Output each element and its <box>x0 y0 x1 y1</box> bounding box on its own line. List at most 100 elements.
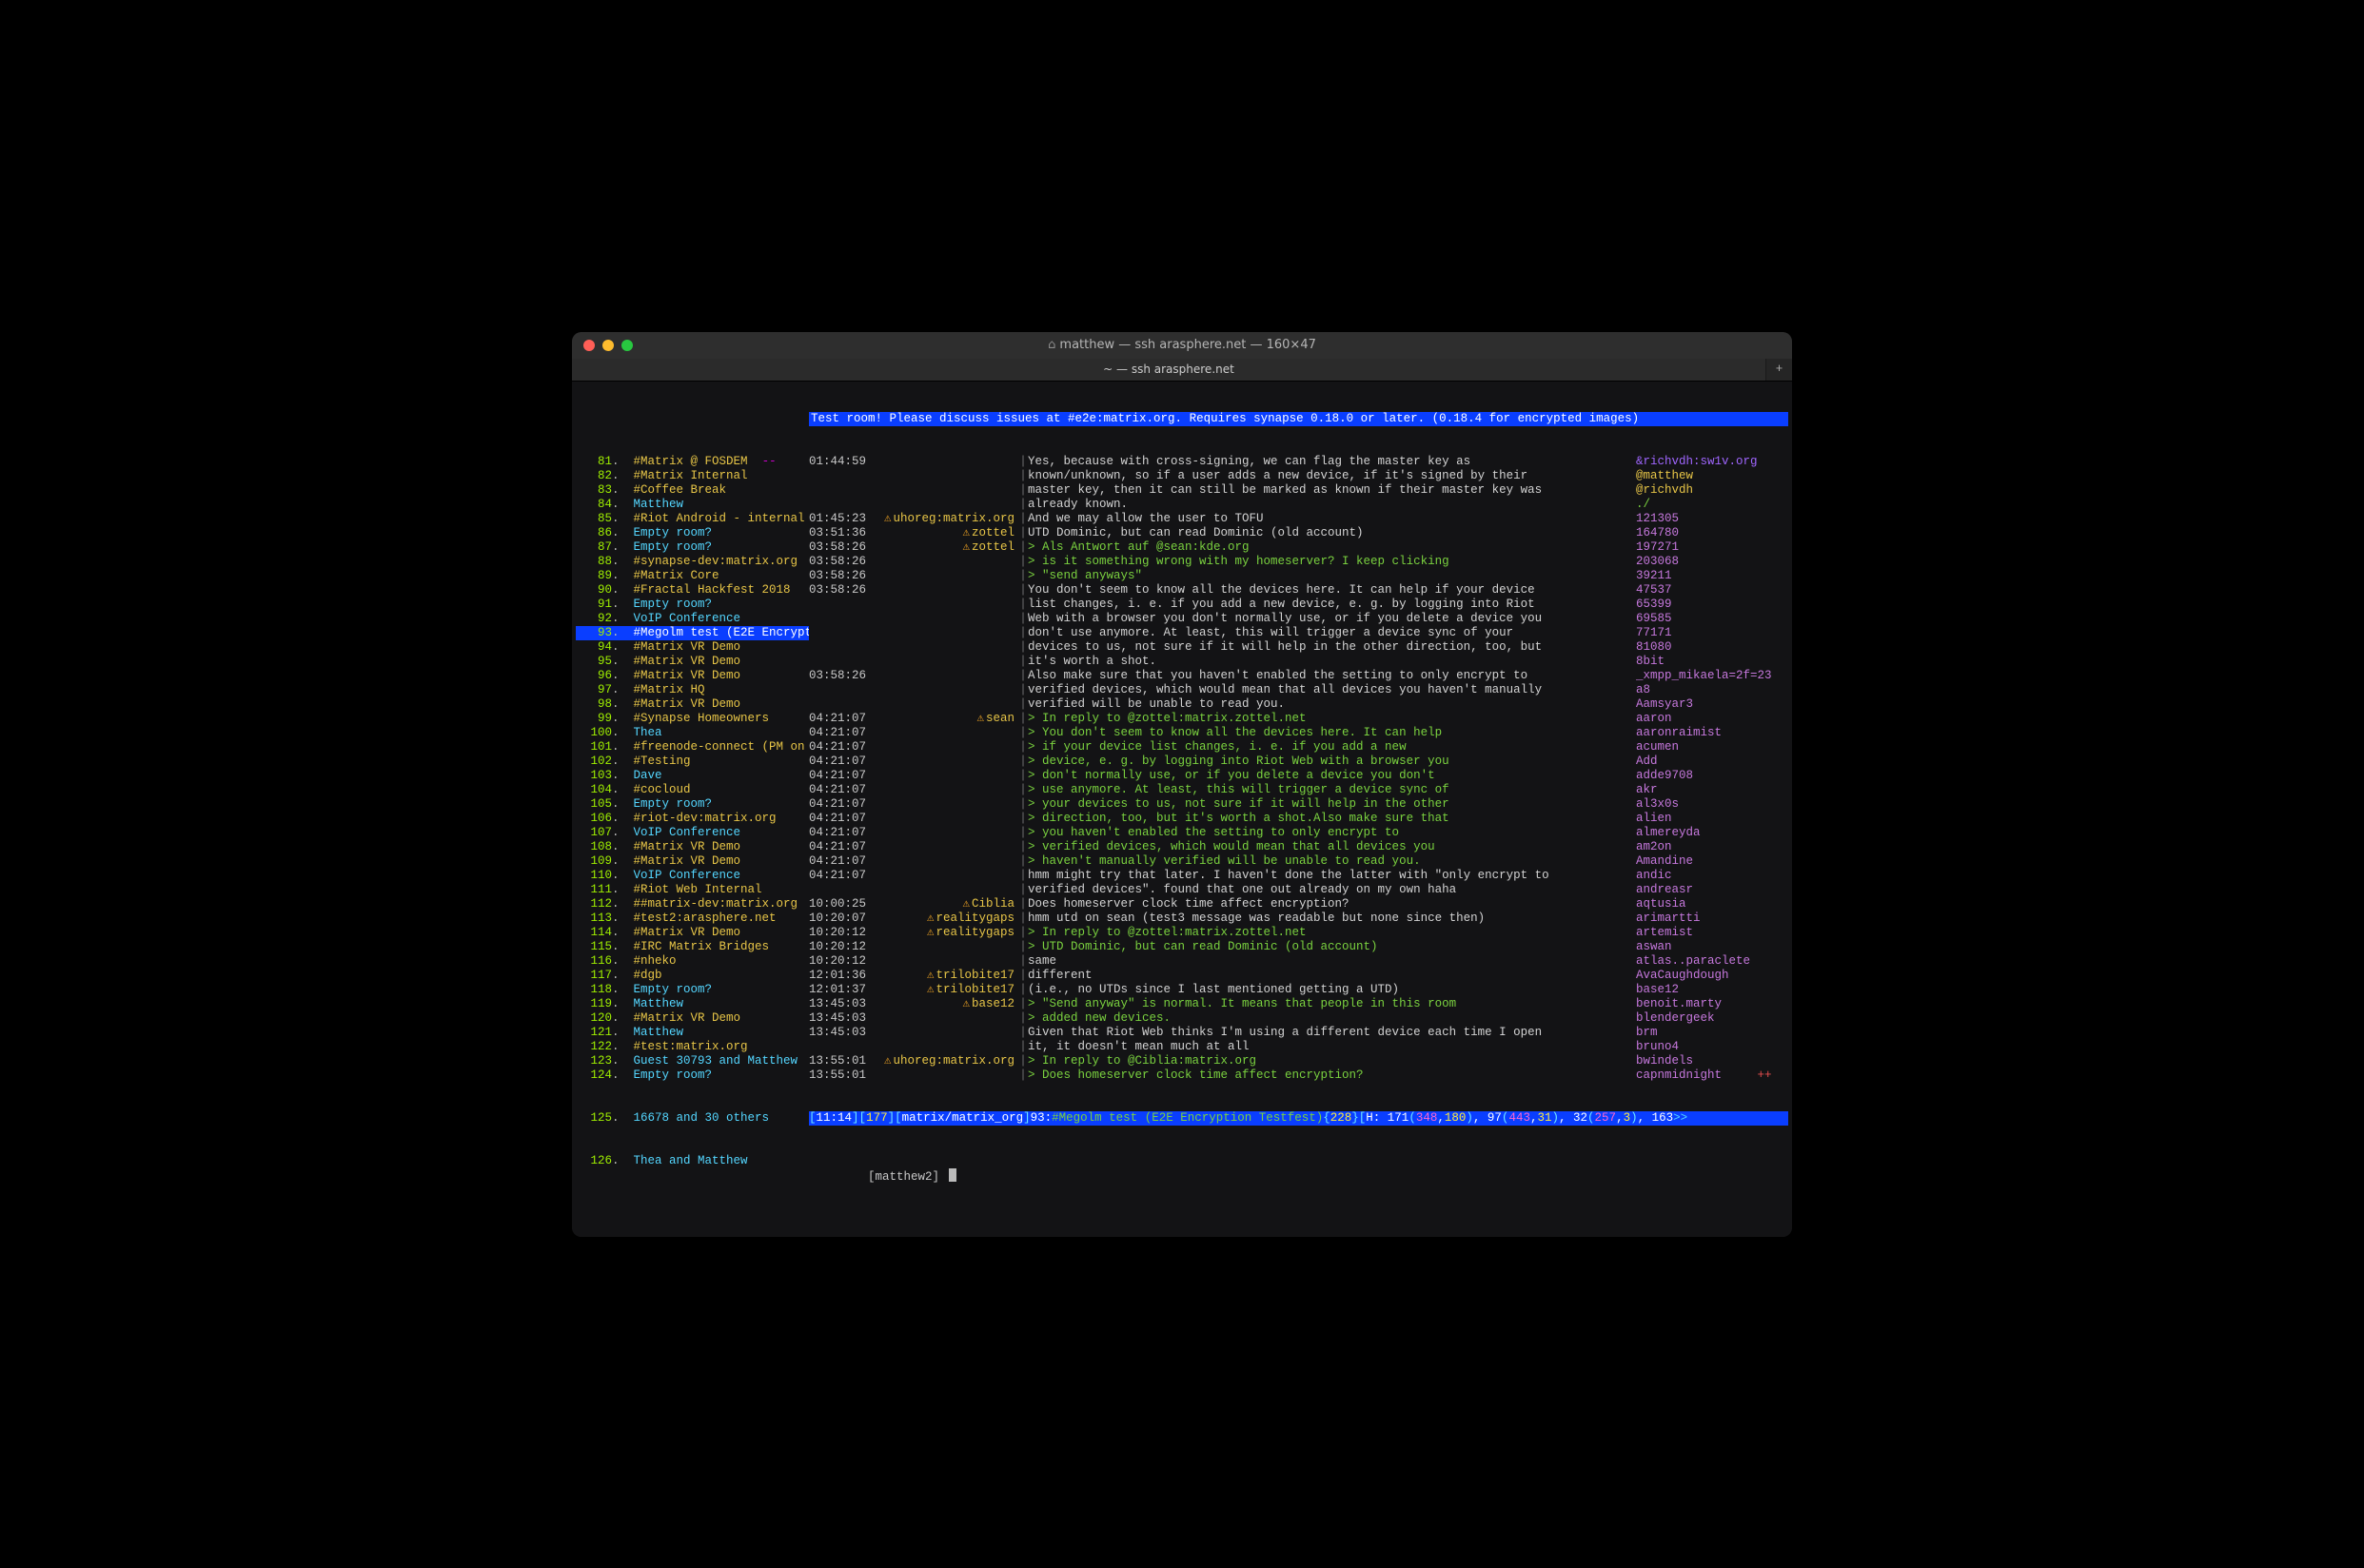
nicklist-user[interactable]: 65399 <box>1636 598 1672 611</box>
nicklist-user[interactable]: &richvdh:sw1v.org <box>1636 455 1758 468</box>
close-icon[interactable] <box>583 340 595 351</box>
nicklist-user[interactable]: Aamsyar3 <box>1636 697 1693 711</box>
nicklist-user[interactable]: aaron <box>1636 712 1672 725</box>
message-nick: uhoreg:matrix.org <box>893 512 1015 525</box>
room-list-item[interactable]: 89. #Matrix Core <box>576 569 809 583</box>
room-list-item[interactable]: 106. #riot-dev:matrix.org <box>576 812 809 826</box>
nicklist-user[interactable]: acumen <box>1636 740 1679 754</box>
room-list-item[interactable]: 103. Dave <box>576 769 809 783</box>
room-list-item[interactable]: 125. 16678 and 30 others <box>576 1111 809 1126</box>
room-list-item[interactable]: 118. Empty room? <box>576 983 809 997</box>
nicklist-user[interactable]: alien <box>1636 812 1672 825</box>
nicklist-user[interactable]: @richvdh <box>1636 483 1693 497</box>
room-list-item[interactable]: 107. VoIP Conference <box>576 826 809 840</box>
room-list-item[interactable]: 104. #cocloud <box>576 783 809 797</box>
nicklist-user[interactable]: Amandine <box>1636 854 1693 868</box>
nicklist-user[interactable]: aqtusia <box>1636 897 1686 911</box>
message-text: hmm utd on sean (test3 message was reada… <box>1028 911 1485 925</box>
room-list-item[interactable]: 81. #Matrix @ FOSDEM -- <box>576 455 809 469</box>
nicklist-user[interactable]: 164780 <box>1636 526 1679 539</box>
nicklist-user[interactable]: benoit.marty <box>1636 997 1722 1010</box>
room-list-item[interactable]: 122. #test:matrix.org <box>576 1040 809 1054</box>
nicklist-user[interactable]: 81080 <box>1636 640 1672 654</box>
nicklist-user[interactable]: am2on <box>1636 840 1672 853</box>
room-list-item[interactable]: 96. #Matrix VR Demo <box>576 669 809 683</box>
room-list-item[interactable]: 101. #freenode-connect (PM on c <box>576 740 809 755</box>
nicklist-user[interactable]: almereyda <box>1636 826 1701 839</box>
nicklist-user[interactable]: aswan <box>1636 940 1672 953</box>
room-list-item[interactable]: 112. ##matrix-dev:matrix.org <box>576 897 809 911</box>
room-list-item[interactable]: 91. Empty room? <box>576 598 809 612</box>
room-list-item[interactable]: 119. Matthew <box>576 997 809 1011</box>
room-list-item[interactable]: 95. #Matrix VR Demo <box>576 655 809 669</box>
room-list-item[interactable]: 111. #Riot Web Internal <box>576 883 809 897</box>
terminal-content[interactable]: Test room! Please discuss issues at #e2e… <box>572 382 1792 1237</box>
nicklist-user[interactable]: artemist <box>1636 926 1693 939</box>
room-list-item[interactable]: 86. Empty room? <box>576 526 809 540</box>
nicklist-user[interactable]: _xmpp_mikaela=2f=23 <box>1636 669 1772 682</box>
room-list-item[interactable]: 116. #nheko <box>576 954 809 969</box>
nicklist-user[interactable]: Add <box>1636 755 1658 768</box>
nicklist-user[interactable]: 77171 <box>1636 626 1672 639</box>
nicklist-user[interactable]: akr <box>1636 783 1658 796</box>
nicklist-user[interactable]: 121305 <box>1636 512 1679 525</box>
add-tab-button[interactable]: + <box>1765 359 1792 381</box>
nicklist-user[interactable]: capnmidnight <box>1636 1068 1722 1082</box>
room-list-item[interactable]: 105. Empty room? <box>576 797 809 812</box>
input-line[interactable]: [matthew2] <box>809 1154 1788 1199</box>
nicklist-user[interactable]: al3x0s <box>1636 797 1679 811</box>
room-list-item[interactable]: 124. Empty room? <box>576 1068 809 1083</box>
room-list-item[interactable]: 94. #Matrix VR Demo <box>576 640 809 655</box>
room-list-item[interactable]: 115. #IRC Matrix Bridges <box>576 940 809 954</box>
room-list-item[interactable]: 87. Empty room? <box>576 540 809 555</box>
room-list-item[interactable]: 108. #Matrix VR Demo <box>576 840 809 854</box>
room-list-item[interactable]: 114. #Matrix VR Demo <box>576 926 809 940</box>
nicklist-user[interactable]: 8bit <box>1636 655 1665 668</box>
room-list-item[interactable]: 102. #Testing <box>576 755 809 769</box>
nicklist-user[interactable]: @matthew <box>1636 469 1693 482</box>
minimize-icon[interactable] <box>602 340 614 351</box>
nicklist-user[interactable]: AvaCaughdough <box>1636 969 1729 982</box>
nicklist-user[interactable]: ./ <box>1636 498 1650 511</box>
room-list-item[interactable]: 93. #Megolm test (E2E Encrypti <box>576 626 809 640</box>
nicklist-user[interactable]: base12 <box>1636 983 1679 996</box>
room-list-item[interactable]: 113. #test2:arasphere.net <box>576 911 809 926</box>
room-list-item[interactable]: 110. VoIP Conference <box>576 869 809 883</box>
message-text: verified will be unable to read you. <box>1028 697 1285 711</box>
room-list-item[interactable]: 121. Matthew <box>576 1026 809 1040</box>
room-list-item[interactable]: 100. Thea <box>576 726 809 740</box>
nicklist-user[interactable]: blendergeek <box>1636 1011 1715 1025</box>
nicklist-user[interactable]: andreasr <box>1636 883 1693 896</box>
nicklist-user[interactable]: 39211 <box>1636 569 1672 582</box>
room-list-item[interactable]: 120. #Matrix VR Demo <box>576 1011 809 1026</box>
nicklist-user[interactable]: a8 <box>1636 683 1650 696</box>
nicklist-user[interactable]: brm <box>1636 1026 1658 1039</box>
room-list-item[interactable]: 88. #synapse-dev:matrix.org <box>576 555 809 569</box>
room-list-item[interactable]: 117. #dgb <box>576 969 809 983</box>
nicklist-user[interactable]: adde9708 <box>1636 769 1693 782</box>
nicklist-user[interactable]: 47537 <box>1636 583 1672 597</box>
room-list-item[interactable]: 82. #Matrix Internal <box>576 469 809 483</box>
tab-ssh[interactable]: ~ — ssh arasphere.net <box>572 359 1765 381</box>
room-list-item[interactable]: 84. Matthew <box>576 498 809 512</box>
room-list-item[interactable]: 123. Guest 30793 and Matthew <box>576 1054 809 1068</box>
room-list-item[interactable]: 126. Thea and Matthew <box>576 1154 809 1199</box>
room-list-item[interactable]: 99. #Synapse Homeowners <box>576 712 809 726</box>
room-list-item[interactable]: 85. #Riot Android - internal <box>576 512 809 526</box>
room-list-item[interactable]: 109. #Matrix VR Demo <box>576 854 809 869</box>
room-list-item[interactable]: 92. VoIP Conference <box>576 612 809 626</box>
zoom-icon[interactable] <box>621 340 633 351</box>
room-list-item[interactable]: 83. #Coffee Break <box>576 483 809 498</box>
room-list-item[interactable]: 98. #Matrix VR Demo <box>576 697 809 712</box>
room-list-item[interactable]: 90. #Fractal Hackfest 2018 <box>576 583 809 598</box>
nicklist-user[interactable]: 197271 <box>1636 540 1679 554</box>
room-list-item[interactable]: 97. #Matrix HQ <box>576 683 809 697</box>
nicklist-user[interactable]: bruno4 <box>1636 1040 1679 1053</box>
nicklist-user[interactable]: arimartti <box>1636 911 1701 925</box>
nicklist-user[interactable]: aaronraimist <box>1636 726 1722 739</box>
nicklist-user[interactable]: 69585 <box>1636 612 1672 625</box>
nicklist-user[interactable]: 203068 <box>1636 555 1679 568</box>
nicklist-user[interactable]: bwindels <box>1636 1054 1693 1068</box>
nicklist-user[interactable]: andic <box>1636 869 1672 882</box>
nicklist-user[interactable]: atlas..paraclete <box>1636 954 1750 968</box>
